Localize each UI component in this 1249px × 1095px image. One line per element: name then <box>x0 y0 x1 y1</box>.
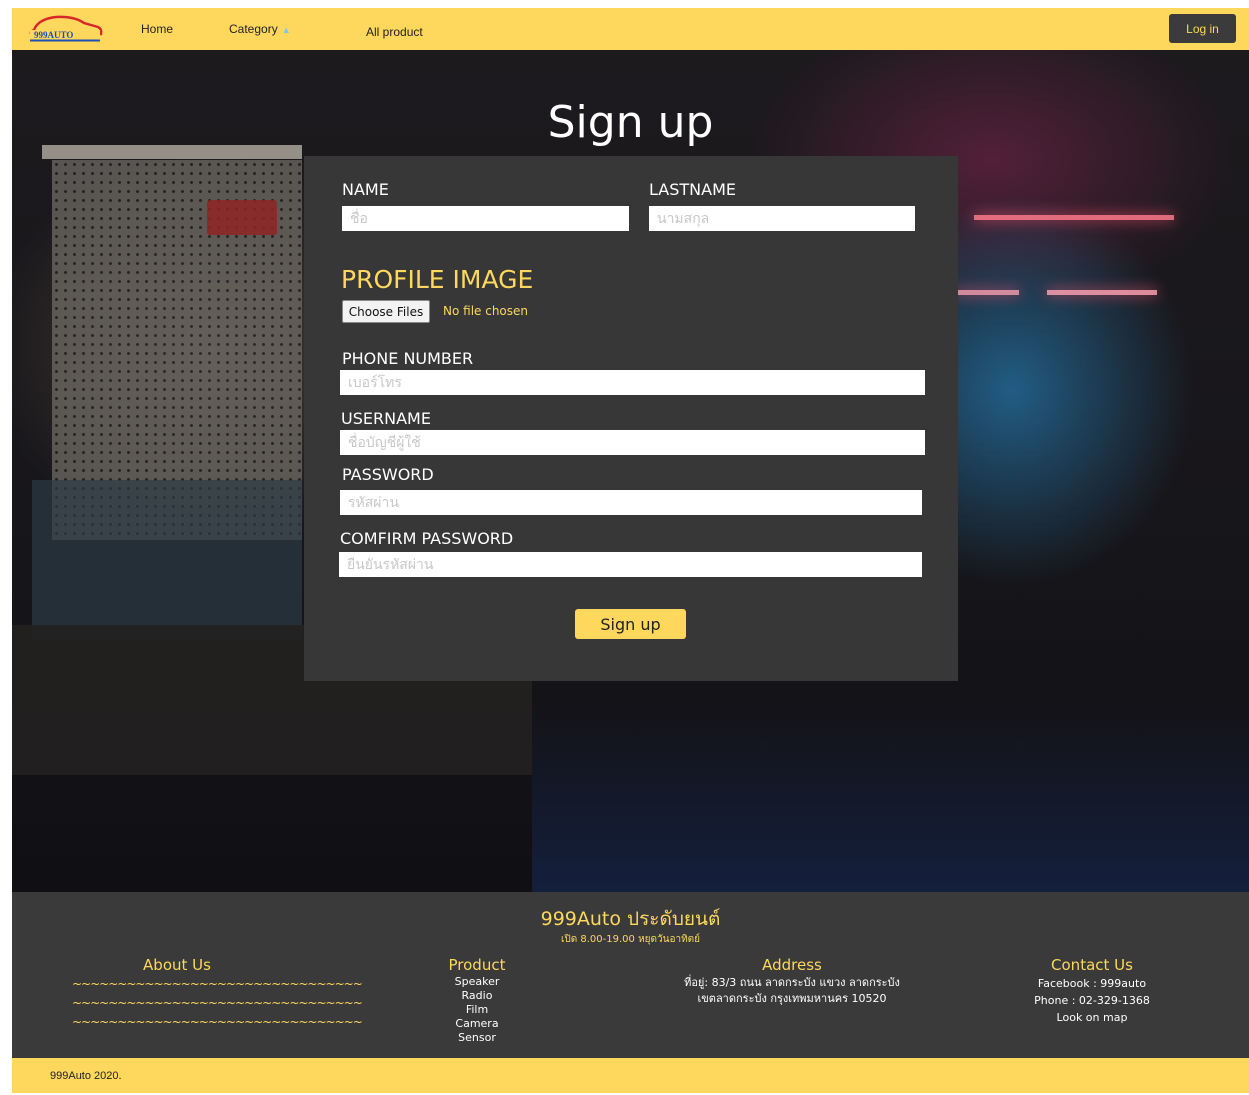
app-frame: 999AUTO Home Category ▲ All product Log i… <box>12 8 1249 1093</box>
footer-address: Address ที่อยู่: 83/3 ถนน ลาดกระบัง แขวง… <box>672 956 912 1007</box>
login-button[interactable]: Log in <box>1169 14 1236 43</box>
name-label: NAME <box>342 180 389 199</box>
page-title: Sign up <box>547 97 714 148</box>
tool-cabinet <box>32 480 302 640</box>
nav-all-product[interactable]: All product <box>366 25 423 39</box>
no-file-chosen-text: No file chosen <box>443 304 529 318</box>
choose-files-button[interactable]: Choose Files <box>342 300 430 323</box>
footer-brand: 999Auto ประดับยนต์ <box>540 908 721 930</box>
red-toolbox <box>207 200 277 235</box>
logo-text: 999AUTO <box>34 30 73 40</box>
about-line: ~~~~~~~~~~~~~~~~~~~~~~~~~~~~~~~~ <box>72 996 363 1010</box>
product-item[interactable]: Sensor <box>427 1031 527 1045</box>
neon-light <box>954 290 1019 295</box>
about-line: ~~~~~~~~~~~~~~~~~~~~~~~~~~~~~~~~ <box>72 1015 363 1029</box>
profile-image-label: PROFILE IMAGE <box>341 265 534 294</box>
navbar: 999AUTO Home Category ▲ All product Log i… <box>12 8 1249 50</box>
about-title: About Us <box>143 956 211 974</box>
nav-home[interactable]: Home <box>141 22 173 36</box>
lastname-input[interactable] <box>649 206 915 231</box>
footer-hours: เปิด 8.00-19.00 หยุดวันอาทิตย์ <box>560 934 701 945</box>
lastname-label: LASTNAME <box>649 180 736 199</box>
footer: 999Auto ประดับยนต์ เปิด 8.00-19.00 หยุดว… <box>12 892 1249 1058</box>
garage-floor <box>532 700 1249 892</box>
signup-button[interactable]: Sign up <box>575 609 686 639</box>
contact-title: Contact Us <box>1051 956 1133 974</box>
caret-up-icon: ▲ <box>281 25 291 35</box>
about-line: ~~~~~~~~~~~~~~~~~~~~~~~~~~~~~~~~ <box>72 977 363 991</box>
username-input[interactable] <box>340 430 925 455</box>
hero-background: Sign up NAME LASTNAME PROFILE IMAGE Choo… <box>12 50 1249 892</box>
contact-phone: Phone : 02-329-1368 <box>1034 994 1150 1007</box>
confirm-password-label: COMFIRM PASSWORD <box>340 529 514 548</box>
copyright-bar: 999Auto 2020. <box>12 1058 1249 1093</box>
name-input[interactable] <box>342 206 629 231</box>
neon-light <box>1047 290 1157 295</box>
product-item[interactable]: Film <box>427 1003 527 1017</box>
address-line: เขตลาดกระบัง กรุงเทพมหานคร 10520 <box>697 992 887 1005</box>
confirm-password-input[interactable] <box>339 552 922 577</box>
address-line: ที่อยู่: 83/3 ถนน ลาดกระบัง แขวง ลาดกระบ… <box>684 976 900 989</box>
footer-product: Product Speaker Radio Film Camera Sensor <box>427 956 527 1045</box>
brand-logo[interactable]: 999AUTO <box>26 13 104 43</box>
footer-contact: Contact Us Facebook : 999auto Phone : 02… <box>1022 956 1162 1026</box>
look-on-map-link[interactable]: Look on map <box>1022 1009 1162 1026</box>
password-input[interactable] <box>340 490 922 515</box>
password-label: PASSWORD <box>342 465 434 484</box>
username-label: USERNAME <box>341 409 431 428</box>
phone-label: PHONE NUMBER <box>342 349 474 368</box>
nav-category[interactable]: Category ▲ <box>229 22 291 36</box>
address-title: Address <box>762 956 822 974</box>
nav-category-label: Category <box>229 22 278 36</box>
copyright-text: 999Auto 2020. <box>50 1070 122 1082</box>
product-item[interactable]: Camera <box>427 1017 527 1031</box>
neon-light <box>974 215 1174 220</box>
phone-input[interactable] <box>340 370 925 395</box>
product-item[interactable]: Radio <box>427 989 527 1003</box>
product-item[interactable]: Speaker <box>427 975 527 989</box>
contact-facebook[interactable]: Facebook : 999auto <box>1022 975 1162 992</box>
product-title: Product <box>448 956 506 974</box>
footer-about: About Us ~~~~~~~~~~~~~~~~~~~~~~~~~~~~~~~… <box>72 956 363 1032</box>
signup-form: NAME LASTNAME PROFILE IMAGE Choose Files… <box>304 156 958 681</box>
